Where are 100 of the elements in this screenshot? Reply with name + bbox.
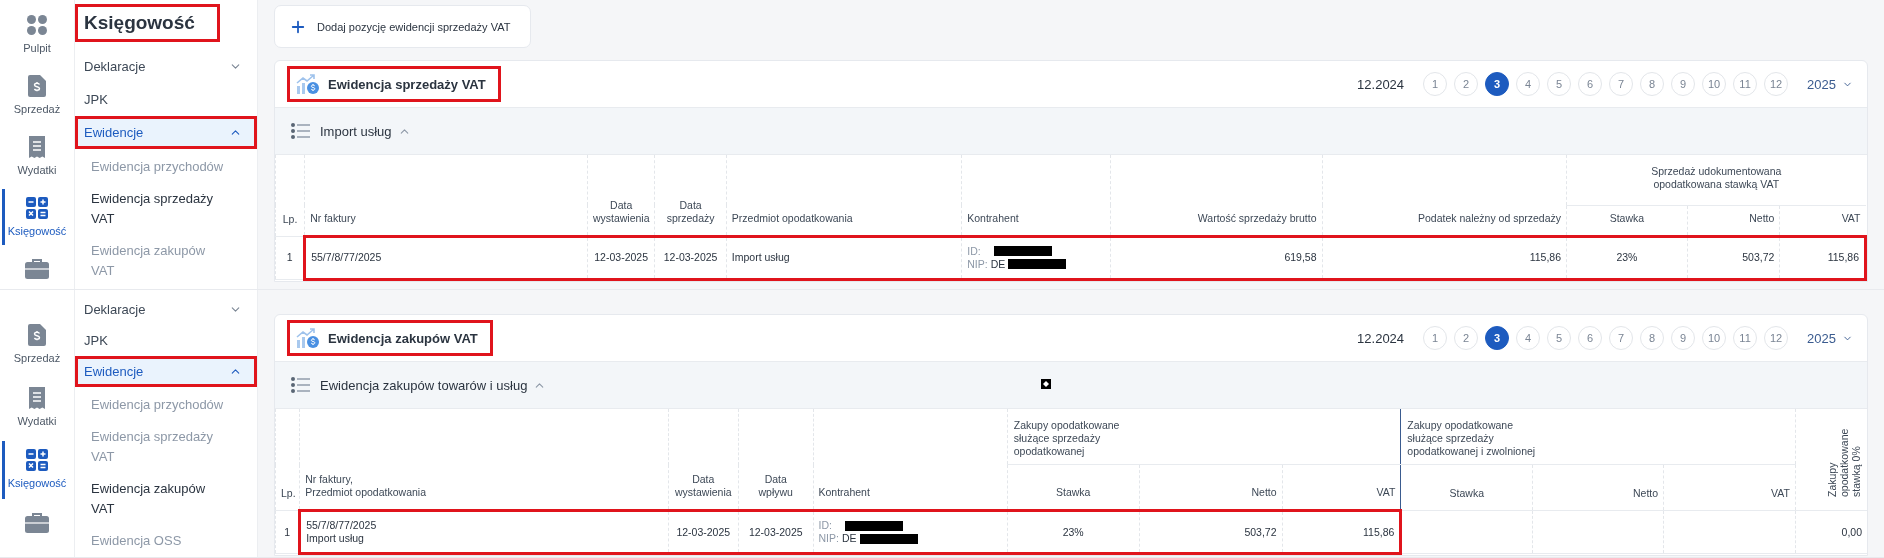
nip-prefix: DE xyxy=(841,532,857,545)
column-header: VAT xyxy=(1779,205,1866,236)
nav-rail-item[interactable]: Sprzedaż xyxy=(0,320,74,370)
month-pill[interactable]: 4 xyxy=(1516,326,1541,350)
submenu-item[interactable]: Ewidencja zakupów VAT xyxy=(75,473,250,525)
column-header: Netto xyxy=(1139,464,1283,511)
month-pill[interactable]: 6 xyxy=(1578,326,1603,350)
month-pill[interactable]: 11 xyxy=(1733,72,1758,96)
submenu-item[interactable]: Ewidencja sprzedaży VAT xyxy=(75,421,250,473)
menu-item[interactable]: Deklaracje xyxy=(75,294,257,325)
section-toggle[interactable]: Ewidencja zakupów towarów i usług xyxy=(320,377,547,393)
month-pill[interactable]: 2 xyxy=(1454,326,1479,350)
month-pill[interactable]: 10 xyxy=(1702,326,1727,350)
column-header: Stawka xyxy=(1566,205,1688,236)
month-pill[interactable]: 7 xyxy=(1609,326,1634,350)
column-header: Zakupy opodatkowane stawką 0% xyxy=(1795,409,1867,511)
month-pill[interactable]: 2 xyxy=(1454,72,1479,96)
month-pill[interactable]: 6 xyxy=(1578,72,1603,96)
table-cell: 23% xyxy=(1007,510,1140,554)
id-label: ID: xyxy=(967,244,981,258)
menu-item[interactable]: Ewidencje xyxy=(75,356,257,387)
card-title: Ewidencja sprzedaży VAT xyxy=(328,76,486,92)
month-pill[interactable]: 10 xyxy=(1702,72,1727,96)
submenu-item[interactable]: Ewidencja przychodów xyxy=(75,151,250,183)
table-cell: 12-03-2025 xyxy=(668,510,739,554)
month-pill[interactable]: 12 xyxy=(1764,72,1789,96)
card-title: Ewidencja zakupów VAT xyxy=(328,330,478,346)
column-header: Przedmiot opodatkowania xyxy=(726,155,962,236)
month-pill[interactable]: 11 xyxy=(1733,326,1758,350)
column-header: Data wystawienia xyxy=(668,409,739,511)
month-pill[interactable]: 8 xyxy=(1640,72,1665,96)
month-pill[interactable]: 9 xyxy=(1671,326,1696,350)
table-cell: 115,86 xyxy=(1779,236,1866,279)
month-pill[interactable]: 4 xyxy=(1516,72,1541,96)
column-header: Nr faktury, Przedmiot opodatkowania xyxy=(299,409,669,511)
month-pill[interactable]: 5 xyxy=(1547,72,1572,96)
period-label: 12.2024 xyxy=(1357,330,1405,346)
month-pill[interactable]: 12 xyxy=(1764,326,1789,350)
submenu-item[interactable]: Ewidencja zakupów VAT xyxy=(75,235,250,287)
year-dropdown[interactable]: 2025 xyxy=(1807,330,1853,346)
column-header: Netto xyxy=(1687,205,1780,236)
briefcase-icon xyxy=(25,258,49,280)
submenu-item[interactable]: Ewidencja OSS xyxy=(75,525,250,557)
nav-rail-item[interactable]: Księgowość xyxy=(0,193,74,241)
column-header: Data sprzedaży xyxy=(654,155,727,236)
column-header: Kontrahent xyxy=(961,155,1111,236)
invoice-dollar-icon xyxy=(28,324,46,346)
add-entry-button[interactable]: Dodaj pozycję ewidencji sprzedaży VAT xyxy=(274,5,532,48)
list-icon xyxy=(291,377,310,393)
table-cell: 1 xyxy=(275,236,305,279)
redaction-bar xyxy=(993,246,1052,256)
table-cell: 55/7/8/77/2025 Import usług xyxy=(299,510,669,554)
column-header: Stawka xyxy=(1007,464,1140,511)
table-cell: 12-03-2025 xyxy=(654,236,727,279)
menu-item[interactable]: JPK xyxy=(75,325,257,356)
nip-label: NIP: xyxy=(967,257,988,271)
table-cell: 619,58 xyxy=(1110,236,1322,279)
month-pill[interactable]: 9 xyxy=(1671,72,1696,96)
table-cell: 0,00 xyxy=(1795,510,1867,554)
table-cell: 503,72 xyxy=(1139,510,1283,554)
column-header: Data wystawienia xyxy=(587,155,655,236)
column-header: Netto xyxy=(1532,464,1664,511)
month-pill[interactable]: 3 xyxy=(1485,72,1510,96)
redaction-bar xyxy=(1008,259,1067,269)
receipt-icon xyxy=(28,136,46,158)
table-cell: 503,72 xyxy=(1687,236,1780,279)
column-header: Stawka xyxy=(1400,464,1533,511)
month-pill[interactable]: 1 xyxy=(1423,326,1448,350)
nav-rail-item[interactable]: Sprzedaż xyxy=(0,71,74,119)
year-dropdown[interactable]: 2025 xyxy=(1807,76,1853,92)
briefcase-icon xyxy=(25,511,49,534)
chart-coin-icon xyxy=(296,327,320,349)
menu-item[interactable]: JPK xyxy=(75,83,257,116)
menu-item[interactable]: Deklaracje xyxy=(75,50,257,83)
month-pill[interactable]: 1 xyxy=(1423,72,1448,96)
column-header: Podatek należny od sprzedaży xyxy=(1322,155,1567,236)
nav-rail-item[interactable]: Księgowość xyxy=(0,445,74,495)
nip-prefix: DE xyxy=(990,257,1006,271)
nav-rail-item[interactable]: Wydatki xyxy=(0,132,74,180)
nav-rail-item[interactable]: Pulpit xyxy=(0,10,74,58)
submenu-item[interactable]: Ewidencja przychodów xyxy=(75,389,250,421)
month-pill[interactable]: 8 xyxy=(1640,326,1665,350)
chart-coin-icon xyxy=(296,73,320,95)
month-pill[interactable]: 5 xyxy=(1547,326,1572,350)
column-group-header: Zakupy opodatkowane służące sprzedaży opodatkowanej xyxy=(1007,409,1401,465)
table-cell: 115,86 xyxy=(1282,510,1401,554)
menu-item[interactable]: Ewidencje xyxy=(75,116,257,149)
calculator-icon xyxy=(26,197,48,219)
column-header: Nr faktury xyxy=(304,155,588,236)
section-toggle[interactable]: Import usług xyxy=(320,123,411,139)
column-header: Lp. xyxy=(275,409,300,511)
month-pill[interactable]: 3 xyxy=(1485,326,1510,350)
nav-rail-item[interactable]: Wydatki xyxy=(0,382,74,432)
calculator-icon xyxy=(26,449,48,471)
table-cell: 1 xyxy=(275,510,300,554)
month-pill[interactable]: 7 xyxy=(1609,72,1634,96)
submenu-item[interactable]: Ewidencja sprzedaży VAT xyxy=(75,183,250,235)
column-group-header: Zakupy opodatkowane służące sprzedaży opodatkowanej i zwolnionej xyxy=(1400,409,1796,465)
table-cell: 115,86 xyxy=(1322,236,1567,279)
table-cell: Import usług xyxy=(726,236,962,279)
